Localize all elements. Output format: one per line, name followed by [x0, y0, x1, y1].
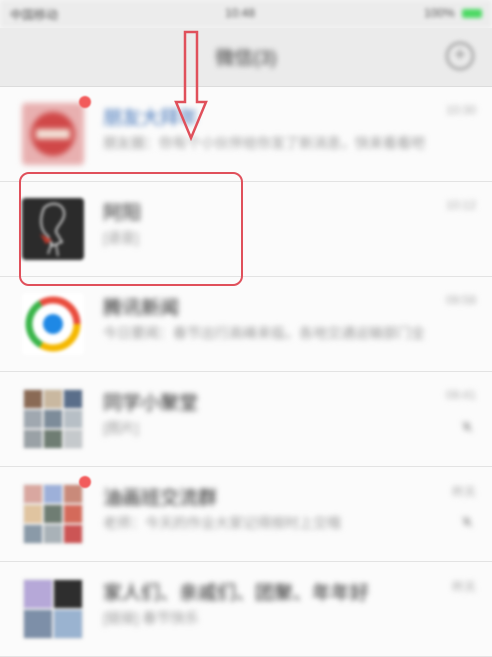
chat-item[interactable]: 朋友大拜年 朋友圈：你有个小伙伴给你发了新消息，快来看看吧 10:30: [0, 87, 492, 182]
page-title: 微信(3): [215, 48, 277, 69]
mute-bell-icon: [461, 421, 473, 433]
battery-indicator: 100%: [424, 6, 482, 20]
nav-bar: 微信(3) +: [0, 28, 492, 87]
down-arrow-annotation-icon: [174, 30, 208, 142]
chat-preview: [图片]: [103, 420, 139, 436]
chat-time: 昨天: [451, 580, 476, 594]
highlight-annotation-box: [19, 172, 243, 286]
battery-icon: [462, 9, 482, 19]
avatar: [22, 388, 84, 450]
chat-time: 昨天: [451, 485, 476, 499]
chat-preview: 老师：今天的作业大家记得按时上交哦: [103, 515, 341, 531]
chat-time: 09:58: [445, 293, 476, 307]
chat-item[interactable]: 腾讯新闻 今日要闻：春节出行高峰来临，各地交通运输部门全力保障 09:58: [0, 277, 492, 372]
status-bar: 中国移动 10:48 100%: [0, 0, 492, 28]
plus-icon: +: [454, 44, 466, 66]
avatar: [22, 293, 84, 355]
avatar: [22, 103, 84, 165]
group-avatar-grid: [22, 578, 84, 640]
chat-preview: 今日要闻：春节出行高峰来临，各地交通运输部门全力保障: [103, 325, 424, 341]
chat-time: 10:12: [445, 198, 476, 212]
chat-name: 家人们、亲戚们、团聚、年年好: [103, 583, 370, 604]
chat-item[interactable]: 油画班交流群 老师：今天的作业大家记得按时上交哦 昨天: [0, 467, 492, 562]
unread-badge: [79, 476, 91, 488]
battery-label: 100%: [423, 6, 455, 20]
chat-item[interactable]: 家人们、亲戚们、团聚、年年好 [链接] 春节快乐 昨天: [0, 562, 492, 657]
mute-bell-icon: [461, 516, 473, 528]
avatar: [22, 483, 84, 545]
avatar: [22, 578, 84, 640]
carrier-label: 中国移动: [10, 8, 59, 22]
chat-preview: [链接] 春节快乐: [103, 610, 199, 626]
chat-name: 油画班交流群: [103, 488, 218, 509]
group-avatar-grid: [22, 483, 84, 545]
chat-preview: 朋友圈：你有个小伙伴给你发了新消息，快来看看吧: [103, 135, 424, 151]
add-button[interactable]: +: [446, 42, 474, 70]
chat-time: 09:41: [445, 388, 476, 402]
group-avatar-grid: [22, 388, 84, 450]
chat-time: 10:30: [445, 103, 476, 117]
avatar-image-icon: [22, 103, 84, 165]
clock-label: 10:48: [225, 6, 256, 20]
chat-name: 腾讯新闻: [103, 298, 180, 319]
tencent-news-logo-icon: [22, 293, 84, 355]
unread-badge: [79, 96, 91, 108]
chat-name: 同学小聚堂: [103, 393, 199, 414]
chat-item[interactable]: 同学小聚堂 [图片] 09:41: [0, 372, 492, 467]
